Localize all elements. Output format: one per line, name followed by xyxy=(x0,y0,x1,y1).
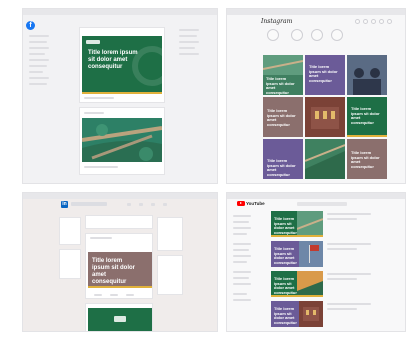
brand-logo-icon xyxy=(114,316,126,322)
facebook-mockup: f Title lorem ipsum sit dolor amet conse… xyxy=(22,8,218,184)
youtube-mockup: YouTube Title lorem ipsum sit dolor amet… xyxy=(226,192,406,332)
linkedin-composer[interactable] xyxy=(85,215,153,229)
building-photo-icon xyxy=(299,301,323,327)
bridge-photo-icon xyxy=(297,211,323,237)
grid-tile[interactable]: Title lorem ipsum sit dolor amet consequ… xyxy=(263,139,303,179)
video-thumbnail[interactable]: Title lorem ipsum sit dolor amet consequ… xyxy=(271,301,323,327)
video-thumbnail-title: Title lorem ipsum sit dolor amet consequ… xyxy=(274,306,297,325)
linkedin-right-panel xyxy=(157,255,183,295)
youtube-topbar xyxy=(227,193,405,199)
brand-logo-icon xyxy=(86,40,100,44)
landscape-photo-icon xyxy=(297,271,323,297)
facebook-post[interactable]: Title lorem ipsum sit dolor amet consequ… xyxy=(79,27,165,103)
story-avatar[interactable] xyxy=(267,29,279,41)
facebook-post-image: Title lorem ipsum sit dolor amet consequ… xyxy=(82,36,162,94)
linkedin-left-panel xyxy=(59,217,81,245)
grid-tile[interactable] xyxy=(305,139,345,179)
grid-tile[interactable] xyxy=(347,55,387,95)
linkedin-search-input[interactable] xyxy=(71,202,107,206)
facebook-topbar xyxy=(23,9,217,15)
youtube-wordmark: YouTube xyxy=(246,201,265,206)
landscape-photo-icon xyxy=(305,139,345,179)
people-photo-icon xyxy=(347,55,387,95)
grid-tile-title: Title lorem ipsum sit dolor amet consequ… xyxy=(351,150,380,169)
linkedin-post[interactable]: Title lorem ipsum sit dolor amet consequ… xyxy=(85,233,153,299)
grid-tile-title: Title lorem ipsum sit dolor amet consequ… xyxy=(267,158,296,177)
video-thumbnail[interactable]: Title lorem ipsum sit dolor amet consequ… xyxy=(271,271,323,297)
video-thumbnail[interactable]: Title lorem ipsum sit dolor amet consequ… xyxy=(271,211,323,237)
linkedin-mockup: in Title lorem ipsum sit dolor amet cons… xyxy=(22,192,218,332)
story-avatar[interactable] xyxy=(331,29,343,41)
grid-tile-title: Title lorem ipsum sit dolor amet consequ… xyxy=(309,64,338,83)
story-avatar[interactable] xyxy=(311,29,323,41)
video-thumbnail-title: Title lorem ipsum sit dolor amet consequ… xyxy=(274,246,297,265)
instagram-topbar xyxy=(227,9,405,15)
youtube-search-input[interactable] xyxy=(297,202,347,206)
grid-tile-title: Title lorem ipsum sit dolor amet consequ… xyxy=(266,76,295,95)
youtube-logo-icon[interactable]: YouTube xyxy=(237,201,265,206)
grid-tile[interactable]: Title lorem ipsum sit dolor amet consequ… xyxy=(347,139,387,179)
grid-tile[interactable]: Title lorem ipsum sit dolor amet consequ… xyxy=(263,97,303,137)
linkedin-post-image xyxy=(88,308,152,331)
story-avatar[interactable] xyxy=(291,29,303,41)
grid-tile-title: Title lorem ipsum sit dolor amet consequ… xyxy=(351,106,380,125)
video-thumbnail[interactable]: Title lorem ipsum sit dolor amet consequ… xyxy=(271,241,323,267)
linkedin-post-image: Title lorem ipsum sit dolor amet consequ… xyxy=(88,252,152,288)
grid-tile-title: Title lorem ipsum sit dolor amet consequ… xyxy=(267,108,296,127)
grid-tile[interactable]: Title lorem ipsum sit dolor amet consequ… xyxy=(347,97,387,137)
grid-tile[interactable]: Title lorem ipsum sit dolor amet consequ… xyxy=(263,55,303,95)
facebook-post-photo xyxy=(82,118,162,162)
building-photo-icon xyxy=(305,97,345,137)
instagram-wordmark[interactable]: Instagram xyxy=(261,18,292,25)
bridge-photo-icon xyxy=(263,55,303,75)
instagram-mockup: Instagram Title lorem ipsum sit dolor am… xyxy=(226,8,406,184)
linkedin-post-title: Title lorem ipsum sit dolor amet consequ… xyxy=(92,258,136,285)
grid-tile[interactable]: Title lorem ipsum sit dolor amet consequ… xyxy=(305,55,345,95)
grid-tile[interactable] xyxy=(305,97,345,137)
facebook-post[interactable] xyxy=(79,107,165,175)
bridge-photo-icon xyxy=(82,118,162,162)
linkedin-right-panel xyxy=(157,217,183,251)
linkedin-left-panel xyxy=(59,249,81,279)
linkedin-post[interactable] xyxy=(85,303,153,331)
video-thumbnail-title: Title lorem ipsum sit dolor amet consequ… xyxy=(274,276,297,295)
linkedin-topbar xyxy=(23,193,217,199)
video-thumbnail-title: Title lorem ipsum sit dolor amet consequ… xyxy=(274,216,297,235)
facebook-logo-icon[interactable]: f xyxy=(26,21,35,30)
flag-photo-icon xyxy=(299,241,323,267)
linkedin-logo-icon[interactable]: in xyxy=(61,201,68,208)
